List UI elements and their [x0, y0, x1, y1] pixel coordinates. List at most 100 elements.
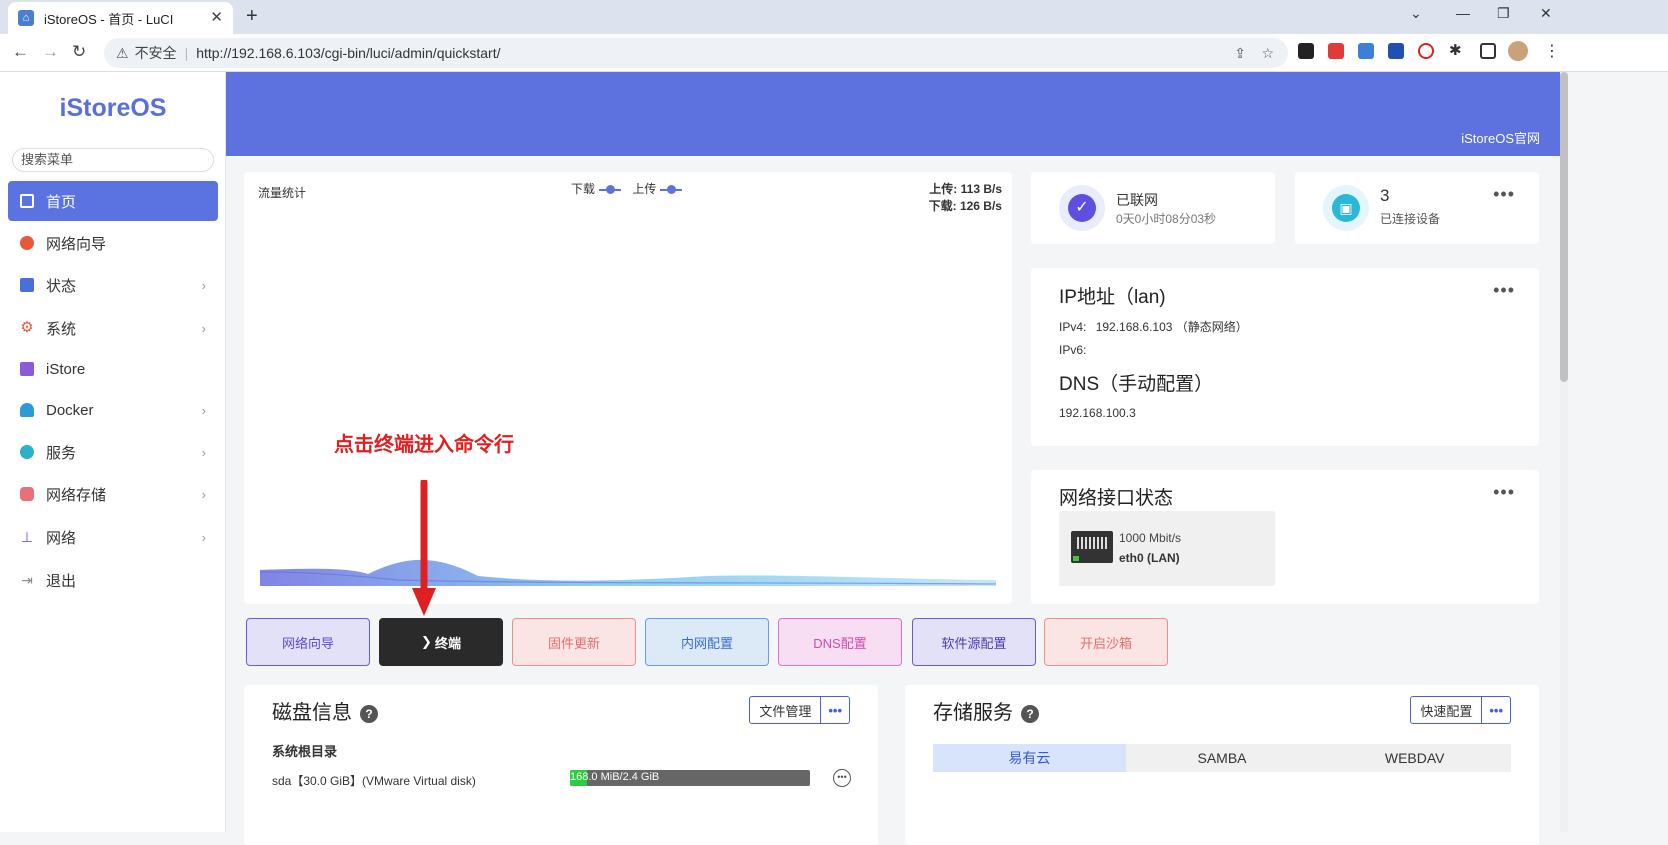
ipv4-label: IPv4:	[1059, 320, 1087, 334]
sidebar-item-label: 首页	[46, 193, 77, 211]
sidebar-item-nas[interactable]: 网络存储 ›	[8, 474, 218, 514]
upload-rate: 上传: 113 B/s	[929, 182, 1002, 196]
sandbox-button[interactable]: 开启沙箱	[1044, 618, 1168, 666]
scrollbar-thumb[interactable]	[1560, 72, 1568, 382]
sidebar-item-home[interactable]: 首页	[8, 181, 218, 221]
dns-title: DNS（手动配置）	[1059, 374, 1214, 395]
file-manager-group: 文件管理 •••	[749, 696, 850, 724]
close-tab-icon[interactable]: ✕	[210, 8, 223, 26]
storage-service-card: 存储服务? 快速配置 ••• 易有云 SAMBA WEBDAV	[905, 685, 1539, 845]
storage-tabs: 易有云 SAMBA WEBDAV	[933, 744, 1511, 772]
system-root-label: 系统根目录	[272, 744, 338, 759]
devices-icon: ▣	[1323, 185, 1369, 231]
lan-config-button[interactable]: 内网配置	[645, 618, 769, 666]
terminal-button[interactable]: ❯ 终端	[379, 618, 503, 666]
logo[interactable]: iStoreOS	[0, 94, 226, 123]
side-panel-icon[interactable]	[1480, 43, 1496, 59]
traffic-rates: 上传: 113 B/s 下载: 126 B/s	[929, 181, 1002, 215]
network-wizard-button[interactable]: 网络向导	[246, 618, 370, 666]
bag-icon	[20, 362, 34, 376]
ethernet-port-icon	[1071, 531, 1113, 563]
terminal-prompt-icon: ❯	[421, 634, 432, 649]
extension-2-icon[interactable]	[1328, 43, 1344, 59]
back-icon[interactable]: ←	[12, 42, 29, 62]
extension-3-icon[interactable]	[1358, 43, 1374, 59]
extensions-puzzle-icon[interactable]: ✱	[1449, 41, 1462, 59]
adblock-icon[interactable]	[1418, 43, 1434, 59]
interface-speed: 1000 Mbit/s	[1119, 531, 1182, 545]
gear-icon: ⚙	[20, 319, 34, 336]
address-bar[interactable]: ⚠ 不安全 | http://192.168.6.103/cgi-bin/luc…	[104, 38, 1288, 68]
dns-config-button[interactable]: DNS配置	[778, 618, 902, 666]
sidebar-item-services[interactable]: 服务 ›	[8, 432, 218, 472]
menu-search-input[interactable]: 搜索菜单	[12, 148, 214, 172]
interface-item[interactable]: 1000 Mbit/s eth0 (LAN)	[1059, 511, 1275, 586]
sidebar-item-logout[interactable]: ⇥ 退出	[8, 560, 218, 600]
restore-icon[interactable]: ❐	[1497, 5, 1510, 22]
warning-icon[interactable]: ⚠	[116, 45, 129, 62]
legend-download-marker	[599, 184, 622, 194]
sidebar-item-docker[interactable]: Docker ›	[8, 390, 218, 430]
terminal-button-label: 终端	[434, 635, 461, 651]
browser-tab[interactable]: ⌂ iStoreOS - 首页 - LuCI ✕	[8, 2, 233, 34]
firmware-update-button[interactable]: 固件更新	[512, 618, 636, 666]
sidebar-item-system[interactable]: ⚙ 系统 ›	[8, 308, 218, 348]
interface-card-title: 网络接口状态	[1059, 488, 1174, 509]
address-separator: |	[184, 45, 189, 61]
tab-samba[interactable]: SAMBA	[1126, 744, 1319, 772]
traffic-legend: 下载 上传	[571, 180, 690, 197]
more-options-icon[interactable]: •••	[1481, 697, 1510, 723]
bookmark-star-icon[interactable]: ☆	[1261, 45, 1274, 62]
url-text[interactable]: http://192.168.6.103/cgi-bin/luci/admin/…	[196, 45, 500, 61]
more-options-icon[interactable]: •••	[1493, 482, 1515, 503]
disk-name: sda【30.0 GiB】(VMware Virtual disk)	[272, 774, 476, 788]
help-icon[interactable]: ?	[360, 704, 378, 723]
sidebar-item-status[interactable]: 状态 ›	[8, 265, 218, 305]
reload-icon[interactable]: ↻	[72, 42, 86, 62]
bitwarden-icon[interactable]	[1388, 43, 1404, 59]
legend-upload[interactable]: 上传	[632, 182, 656, 196]
interface-status-card: 网络接口状态 ••• 1000 Mbit/s eth0 (LAN)	[1031, 470, 1539, 604]
tab-yiyouyun[interactable]: 易有云	[933, 744, 1126, 772]
chevron-right-icon: ›	[201, 320, 206, 336]
help-icon[interactable]: ?	[1021, 704, 1039, 723]
sidebar-item-label: 网络向导	[46, 235, 107, 253]
ip-address-card: IP地址（lan) ••• IPv4: 192.168.6.103 （静态网络）…	[1031, 268, 1539, 446]
extension-1-icon[interactable]	[1298, 43, 1314, 59]
connected-check-icon: ✓	[1059, 185, 1105, 231]
insecure-label[interactable]: 不安全	[135, 43, 177, 63]
sidebar-item-network-wizard[interactable]: 网络向导	[8, 223, 218, 263]
more-options-icon[interactable]: •••	[1493, 280, 1515, 301]
window-close-icon[interactable]: ✕	[1540, 5, 1552, 22]
tab-search-icon[interactable]: ⌄	[1410, 5, 1422, 22]
quick-config-button[interactable]: 快速配置	[1411, 697, 1481, 723]
profile-avatar[interactable]	[1508, 41, 1528, 61]
device-label: 已连接设备	[1380, 212, 1441, 226]
sidebar-item-istore[interactable]: iStore	[8, 349, 218, 389]
sidebar-item-network[interactable]: ⊥ 网络 ›	[8, 517, 218, 557]
share-icon[interactable]: ⇪	[1234, 45, 1246, 62]
official-site-link[interactable]: iStoreOS官网	[1461, 128, 1540, 147]
traffic-title: 流量统计	[258, 186, 307, 200]
sidebar-item-label: 状态	[46, 277, 77, 295]
disk-more-icon[interactable]: •••	[833, 769, 851, 787]
legend-download[interactable]: 下载	[571, 182, 595, 196]
chevron-right-icon: ›	[201, 402, 206, 418]
new-tab-icon[interactable]: +	[246, 5, 258, 28]
sidebar-item-label: Docker	[46, 401, 94, 419]
tab-webdav[interactable]: WEBDAV	[1318, 744, 1511, 772]
browser-menu-icon[interactable]: ⋮	[1544, 41, 1560, 61]
more-options-icon[interactable]: •••	[1493, 184, 1515, 205]
minimize-icon[interactable]: —	[1456, 5, 1470, 21]
traffic-card: 流量统计 下载 上传 上传: 113 B/s 下载: 126 B/s	[244, 172, 1012, 604]
disk-card-title: 磁盘信息	[272, 702, 352, 724]
sidebar-item-label: 网络	[46, 529, 77, 547]
more-options-icon[interactable]: •••	[820, 697, 849, 723]
file-manager-button[interactable]: 文件管理	[750, 697, 820, 723]
devices-card: ▣ 3 已连接设备 •••	[1295, 172, 1539, 244]
logout-icon: ⇥	[21, 572, 33, 588]
globe-icon	[20, 236, 34, 250]
forward-icon[interactable]: →	[42, 42, 59, 62]
annotation-text: 点击终端进入命令行	[334, 432, 514, 456]
software-source-button[interactable]: 软件源配置	[912, 618, 1036, 666]
